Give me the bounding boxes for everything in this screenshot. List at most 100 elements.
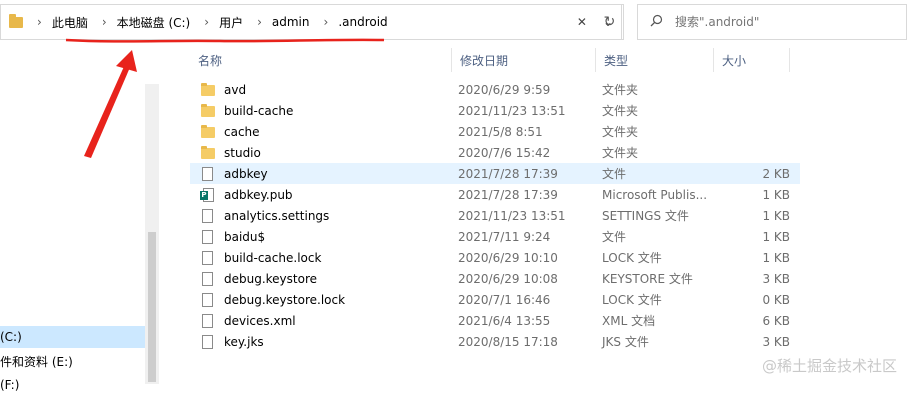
file-size: 0 KB — [762, 292, 790, 307]
file-date: 2020/6/29 9:59 — [458, 82, 551, 97]
file-name-cell: adbkey.pub — [190, 187, 452, 203]
file-row[interactable]: debug.keystore 2020/6/29 10:08 KEYSTORE 文件… — [190, 268, 800, 289]
file-date: 2021/11/23 13:51 — [458, 208, 566, 223]
file-row[interactable]: adbkey.pub 2021/7/28 17:39 Microsoft Publi… — [190, 184, 800, 205]
file-size: 3 KB — [762, 334, 790, 349]
file-type: 文件夹 — [602, 146, 639, 160]
file-type: 文件夹 — [602, 104, 639, 118]
search-box[interactable] — [637, 4, 907, 40]
file-icon — [200, 334, 216, 350]
file-date: 2020/8/15 17:18 — [458, 334, 558, 349]
refresh-icon: ↻ — [603, 14, 616, 30]
file-row[interactable]: build-cache.lock 2020/6/29 10:10 LOCK 文件 1 … — [190, 247, 800, 268]
folder-icon — [9, 13, 23, 28]
column-type-label: 类型 — [604, 53, 629, 68]
file-row[interactable]: studio 2020/7/6 15:42 文件夹 — [190, 142, 800, 163]
search-icon — [650, 14, 663, 31]
folder-icon — [200, 82, 216, 98]
file-name: analytics.settings — [224, 208, 330, 223]
address-bar[interactable]: › 此电脑 › 本地磁盘 (C:) › 用户 › admin › .androi… — [0, 4, 622, 40]
file-name: devices.xml — [224, 313, 296, 328]
sidebar-item-drive-f[interactable]: (F:) — [0, 374, 158, 396]
file-type: LOCK 文件 — [602, 251, 662, 265]
file-date: 2020/7/6 15:42 — [458, 145, 551, 160]
sidebar-scrollbar[interactable] — [145, 84, 159, 384]
file-row[interactable]: devices.xml 2021/6/4 13:55 XML 文档 6 KB — [190, 310, 800, 331]
file-date: 2020/6/29 10:10 — [458, 250, 558, 265]
file-row[interactable]: build-cache 2021/11/23 13:51 文件夹 — [190, 100, 800, 121]
breadcrumb-admin[interactable]: admin — [272, 15, 310, 29]
column-date[interactable]: 修改日期 — [452, 48, 596, 72]
sidebar-item-label: 件和资料 (E:) — [0, 354, 73, 369]
file-name: studio — [224, 145, 261, 160]
file-type: Microsoft Publis... — [602, 187, 708, 202]
file-icon — [200, 292, 216, 308]
file-date: 2021/6/4 13:55 — [458, 313, 551, 328]
column-type[interactable]: 类型 — [596, 48, 714, 72]
file-name: debug.keystore — [224, 271, 318, 286]
file-icon — [200, 208, 216, 224]
file-row[interactable]: cache 2021/5/8 8:51 文件夹 — [190, 121, 800, 142]
file-name-cell: avd — [190, 82, 452, 98]
search-input[interactable] — [673, 14, 877, 30]
chevron-right-icon[interactable]: › — [257, 15, 262, 29]
file-size: 1 KB — [762, 229, 790, 244]
watermark: @稀土掘金技术社区 — [761, 357, 897, 375]
file-row[interactable]: key.jks 2020/8/15 17:18 JKS 文件 3 KB — [190, 331, 800, 352]
navigation-pane: (C:) 件和资料 (E:) (F:) — [0, 44, 160, 392]
file-size: 1 KB — [762, 208, 790, 223]
breadcrumb-this-pc[interactable]: 此电脑 — [52, 14, 88, 31]
sidebar-item-drive-e[interactable]: 件和资料 (E:) — [0, 350, 158, 372]
file-name: adbkey — [224, 166, 268, 181]
breadcrumb-android[interactable]: .android — [338, 15, 387, 29]
file-name-cell: studio — [190, 145, 452, 161]
annotation-underline — [65, 38, 385, 43]
chevron-right-icon[interactable]: › — [204, 15, 209, 29]
file-type: SETTINGS 文件 — [602, 209, 689, 223]
file-date: 2021/7/11 9:24 — [458, 229, 551, 244]
file-name-cell: key.jks — [190, 334, 452, 350]
file-row[interactable]: avd 2020/6/29 9:59 文件夹 — [190, 79, 800, 100]
column-name[interactable]: 名称 — [190, 48, 452, 72]
file-size: 2 KB — [762, 166, 790, 181]
scrollbar-thumb[interactable] — [148, 232, 156, 382]
file-name: debug.keystore.lock — [224, 292, 346, 307]
file-type: 文件夹 — [602, 83, 639, 97]
file-name-cell: build-cache.lock — [190, 250, 452, 266]
sidebar-item-drive-c[interactable]: (C:) — [0, 326, 158, 348]
column-header: 名称 修改日期 类型 大小 — [190, 48, 800, 72]
file-type: 文件 — [602, 167, 627, 181]
file-size: 6 KB — [762, 313, 790, 328]
file-list: avd 2020/6/29 9:59 文件夹 build-cache 2021/11/2… — [190, 79, 800, 352]
breadcrumb-users[interactable]: 用户 — [219, 14, 243, 31]
clear-icon[interactable]: ✕ — [577, 15, 587, 29]
file-name-cell: debug.keystore.lock — [190, 292, 452, 308]
refresh-button[interactable]: ↻ — [596, 4, 624, 40]
file-row[interactable]: adbkey 2021/7/28 17:39 文件 2 KB — [190, 163, 800, 184]
breadcrumb-local-disk[interactable]: 本地磁盘 (C:) — [117, 14, 191, 31]
file-type: 文件 — [602, 230, 627, 244]
file-name-cell: debug.keystore — [190, 271, 452, 287]
chevron-right-icon[interactable]: › — [102, 15, 107, 29]
column-size-label: 大小 — [722, 53, 747, 68]
file-row[interactable]: baidu$ 2021/7/11 9:24 文件 1 KB — [190, 226, 800, 247]
file-type: JKS 文件 — [602, 335, 649, 349]
file-type: LOCK 文件 — [602, 293, 662, 307]
file-name-cell: baidu$ — [190, 229, 452, 245]
file-date: 2020/6/29 10:08 — [458, 271, 558, 286]
file-size: 1 KB — [762, 250, 790, 265]
file-row[interactable]: debug.keystore.lock 2020/7/1 16:46 LOCK 文件… — [190, 289, 800, 310]
column-size[interactable]: 大小 — [714, 48, 790, 72]
file-name-cell: cache — [190, 124, 452, 140]
folder-icon — [200, 124, 216, 140]
file-size: 1 KB — [762, 187, 790, 202]
file-name-cell: build-cache — [190, 103, 452, 119]
file-name: key.jks — [224, 334, 264, 349]
column-date-label: 修改日期 — [460, 53, 509, 68]
chevron-right-icon[interactable]: › — [324, 15, 329, 29]
sidebar-item-label: (C:) — [0, 330, 22, 344]
sidebar-item-label: (F:) — [0, 378, 20, 392]
file-date: 2021/7/28 17:39 — [458, 187, 558, 202]
column-name-label: 名称 — [198, 53, 223, 68]
file-row[interactable]: analytics.settings 2021/11/23 13:51 SETTIN… — [190, 205, 800, 226]
